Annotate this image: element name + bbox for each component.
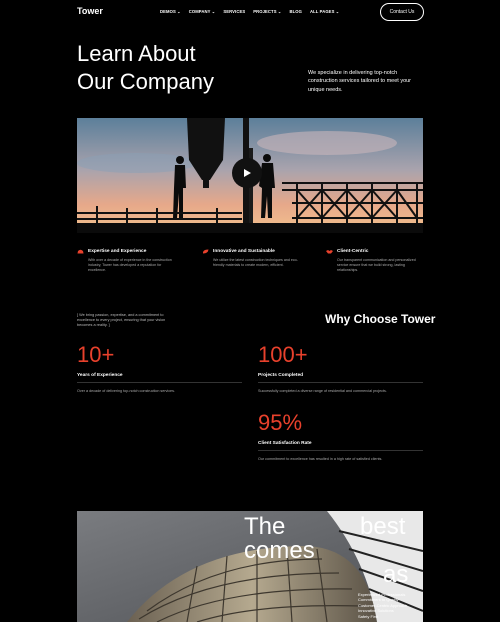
page-title-line-2: Our Company <box>77 69 214 94</box>
feature-text: With over a decade of experience in the … <box>88 258 172 273</box>
feature-client-centric: Client-Centric Our transparent communica… <box>326 249 426 273</box>
leaf-icon <box>202 249 209 254</box>
divider <box>77 382 242 383</box>
divider <box>258 382 423 383</box>
stat-satisfaction: 95% Client Satisfaction Rate Our commitm… <box>258 410 423 461</box>
stat-description: Our commitment to excellence has resulte… <box>258 457 383 461</box>
main-nav: DEMOS ⌄ COMPANY ⌄ SERVICES PROJECTS ⌄ BL… <box>160 9 339 14</box>
banner-list: Experienced Professionals Commitment to … <box>358 592 423 619</box>
play-video-button[interactable] <box>232 158 262 188</box>
handshake-icon <box>326 250 333 254</box>
section-title: Why Choose Tower <box>325 312 436 326</box>
stat-years: 10+ Years of Experience Over a decade of… <box>77 342 242 393</box>
stat-label: Years of Experience <box>77 373 123 378</box>
stat-projects: 100+ Projects Completed Successfully com… <box>258 342 423 393</box>
banner-word-best: best <box>360 513 406 540</box>
nav-all-pages[interactable]: ALL PAGES ⌄ <box>310 9 339 14</box>
feature-title: Expertise and Experience <box>88 249 147 254</box>
stat-label: Projects Completed <box>258 373 304 378</box>
feature-expertise: Expertise and Experience With over a dec… <box>77 249 177 273</box>
feature-title: Innovative and Sustainable <box>213 249 275 254</box>
helmet-icon <box>77 249 84 254</box>
list-item: Safety First <box>358 613 379 619</box>
nav-projects[interactable]: PROJECTS ⌄ <box>253 9 281 14</box>
stat-description: Over a decade of delivering top-notch co… <box>77 389 175 393</box>
mission-quote: [ We bring passion, expertise, and a com… <box>77 313 166 328</box>
nav-company[interactable]: COMPANY ⌄ <box>189 9 216 14</box>
banner-word-comes: comes <box>244 537 315 564</box>
nav-demos[interactable]: DEMOS ⌄ <box>160 9 181 14</box>
feature-title: Client-Centric <box>337 249 369 254</box>
page-title: Learn About Our Company <box>77 40 237 96</box>
banner-word-as: as <box>383 561 409 588</box>
hero-description: We specialize in delivering top-notch co… <box>308 70 412 93</box>
play-icon <box>244 169 251 177</box>
nav-services[interactable]: SERVICES <box>223 9 245 14</box>
feature-innovative: Innovative and Sustainable We utilize th… <box>202 249 302 268</box>
stat-label: Client Satisfaction Rate <box>258 441 312 446</box>
site-logo[interactable]: Tower <box>77 6 103 16</box>
feature-text: We utilize the latest construction techn… <box>213 258 298 268</box>
divider <box>258 450 423 451</box>
stat-value: 10+ <box>77 342 115 367</box>
contact-button[interactable]: Contact Us <box>380 3 424 21</box>
stat-value: 95% <box>258 410 303 435</box>
stat-description: Successfully completed a diverse range o… <box>258 389 387 393</box>
feature-text: Our transparent communication and person… <box>337 258 416 273</box>
page-title-line-1: Learn About <box>77 41 196 66</box>
nav-blog[interactable]: BLOG <box>289 9 302 14</box>
stat-value: 100+ <box>258 342 308 367</box>
